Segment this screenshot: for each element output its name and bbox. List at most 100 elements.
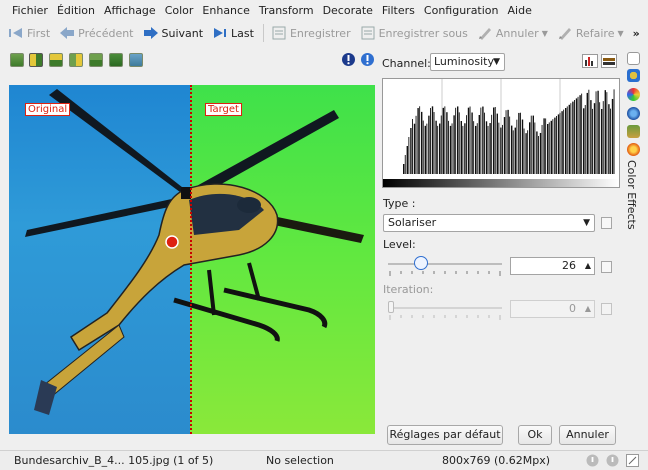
level-reset-icon[interactable] [601, 261, 612, 273]
previous-button[interactable]: Précédent [59, 26, 134, 40]
status-selection: No selection [266, 454, 334, 467]
right-sidebar: Color Effects [624, 50, 644, 440]
chevron-down-icon: ▼ [583, 218, 590, 228]
spin-arrows-icon[interactable]: ▲ [585, 301, 591, 317]
save-icon [272, 26, 286, 40]
split-divider[interactable] [190, 85, 192, 434]
save-button[interactable]: Enregistrer [271, 26, 351, 40]
iteration-slider-handle[interactable] [388, 301, 394, 313]
metadata-icon[interactable] [627, 69, 640, 82]
menu-configuration[interactable]: Configuration [424, 4, 499, 17]
level-spinbox[interactable]: 26 ▲ [510, 257, 595, 275]
preview-mode-toolbar [0, 47, 648, 73]
type-reset-icon[interactable] [601, 217, 612, 229]
menu-transform[interactable]: Transform [259, 4, 314, 17]
menu-fichier[interactable]: Fichier [12, 4, 48, 17]
preview-split-vertical-icon[interactable] [29, 53, 43, 67]
previous-label: Précédent [78, 26, 134, 40]
tools-icon[interactable] [627, 125, 640, 138]
underexposure-icon[interactable] [341, 52, 356, 67]
original-label: Original [25, 103, 71, 116]
zoom-icon[interactable] [626, 454, 639, 467]
iteration-label: Iteration: [383, 283, 434, 296]
level-slider[interactable] [388, 254, 502, 276]
type-value: Solariser [388, 216, 437, 229]
save-as-icon [361, 26, 375, 40]
menu-aide[interactable]: Aide [508, 4, 532, 17]
preview-mask-icon[interactable] [129, 53, 143, 67]
menu-enhance[interactable]: Enhance [202, 4, 249, 17]
menu-edition[interactable]: Édition [57, 4, 95, 17]
log-scale-icon[interactable] [601, 54, 617, 68]
redo-icon [558, 28, 571, 40]
last-label: Last [231, 26, 254, 40]
iteration-slider-ticks [389, 315, 501, 320]
next-button[interactable]: Suivant [143, 26, 204, 40]
undo-icon [478, 28, 491, 40]
first-button[interactable]: First [8, 26, 50, 40]
menu-decorate[interactable]: Decorate [323, 4, 373, 17]
undo-label: Annuler [495, 26, 539, 40]
overexposure-icon[interactable] [360, 52, 375, 67]
preview-stacked-icon[interactable] [89, 53, 103, 67]
channel-label: Channel: [382, 57, 431, 70]
type-select[interactable]: Solariser ▼ [383, 214, 595, 232]
sidebar-tab-color-effects[interactable]: Color Effects [625, 160, 638, 230]
info-icon[interactable] [606, 454, 619, 467]
linear-scale-icon[interactable] [582, 54, 598, 68]
redo-label: Refaire [575, 26, 615, 40]
menu-filters[interactable]: Filters [382, 4, 415, 17]
first-icon [9, 28, 22, 38]
iteration-reset-icon[interactable] [601, 303, 612, 315]
iteration-spinbox[interactable]: 0 ▲ [510, 300, 595, 318]
histogram-graph [383, 79, 619, 187]
properties-icon[interactable] [627, 52, 640, 65]
level-slider-track [388, 263, 502, 265]
type-label: Type : [383, 197, 416, 210]
color-effects-icon[interactable] [627, 143, 640, 156]
preview-canvas[interactable]: Original Target [9, 85, 375, 434]
toolbar-overflow-icon[interactable]: » [633, 27, 640, 40]
preview-side-by-side-icon[interactable] [69, 53, 83, 67]
target-label: Target [205, 103, 242, 116]
iteration-slider[interactable] [388, 298, 502, 320]
ok-button[interactable]: Ok [518, 425, 552, 445]
preview-target-icon[interactable] [109, 53, 123, 67]
geolocation-icon[interactable] [627, 107, 640, 120]
chevron-down-icon: ▼ [493, 57, 500, 67]
redo-dropdown-icon[interactable]: ▼ [617, 29, 623, 38]
channel-select[interactable]: Luminosity ▼ [430, 53, 505, 71]
level-value: 26 [562, 259, 576, 272]
undo-dropdown-icon[interactable]: ▼ [542, 29, 548, 38]
preview-original-icon[interactable] [10, 53, 24, 67]
next-label: Suivant [161, 26, 204, 40]
save-as-label: Enregistrer sous [378, 26, 468, 40]
level-slider-handle[interactable] [414, 256, 428, 270]
save-as-button[interactable]: Enregistrer sous [360, 26, 468, 40]
undo-button[interactable]: Annuler ▼ [477, 26, 548, 40]
menu-bar: Fichier Édition Affichage Color Enhance … [0, 0, 648, 20]
last-button[interactable]: Last [212, 26, 254, 40]
filter-icon[interactable] [586, 454, 599, 467]
redo-button[interactable]: Refaire ▼ [557, 26, 624, 40]
first-label: First [27, 26, 51, 40]
helicopter-image [25, 89, 364, 415]
colors-icon[interactable] [627, 88, 640, 101]
cancel-button[interactable]: Annuler [559, 425, 616, 445]
status-file: Bundesarchiv_B_4... 105.jpg (1 of 5) [14, 454, 214, 467]
preview-split-horizontal-icon[interactable] [49, 53, 63, 67]
menu-color[interactable]: Color [165, 4, 194, 17]
level-label: Level: [383, 238, 416, 251]
status-bar: Bundesarchiv_B_4... 105.jpg (1 of 5) No … [0, 450, 648, 470]
menu-affichage[interactable]: Affichage [104, 4, 156, 17]
save-label: Enregistrer [289, 26, 351, 40]
main-toolbar: First Précédent Suivant Last Enregistrer… [0, 20, 648, 46]
iteration-slider-track [388, 307, 502, 309]
spin-arrows-icon[interactable]: ▲ [585, 258, 591, 274]
histogram-bars [403, 89, 615, 174]
histogram[interactable] [382, 78, 620, 188]
channel-value: Luminosity [434, 55, 494, 68]
status-size: 800x769 (0.62Mpx) [442, 454, 551, 467]
last-icon [214, 28, 227, 38]
defaults-button[interactable]: Réglages par défaut [387, 425, 503, 445]
